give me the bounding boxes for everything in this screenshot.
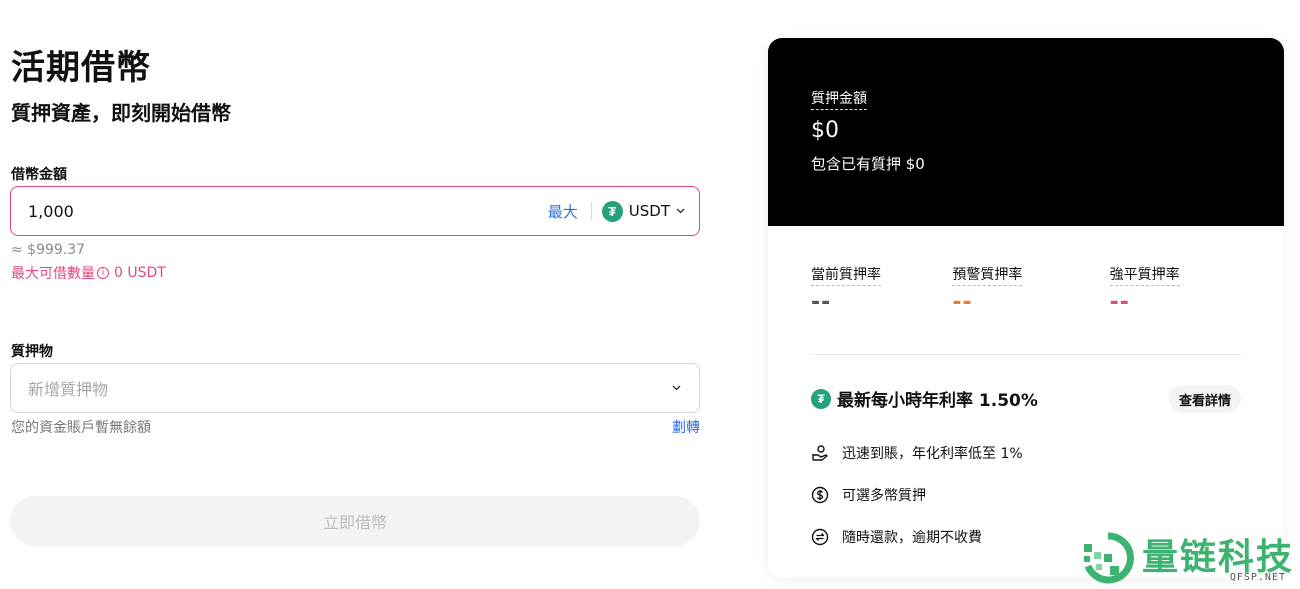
view-details-button[interactable]: 查看詳情 [1168,385,1241,413]
current-ltv-label[interactable]: 當前質押率 [811,264,881,286]
warning-ltv-value: -- [952,290,973,315]
hand-coin-icon [812,445,828,461]
collateral-select[interactable]: 新增質押物 [10,363,700,413]
divider [590,202,592,220]
approx-usd-value: ≈ $999.37 [11,242,86,258]
warning-ltv: 預警質押率 -- [942,264,1083,315]
borrow-amount-value[interactable]: 1,000 [28,202,548,221]
liquidation-ltv: 強平質押率 -- [1084,264,1241,315]
tether-icon: ₮ [601,200,623,222]
coin-selector[interactable]: ₮ USDT [601,200,685,222]
current-ltv: 當前質押率 -- [811,264,942,315]
warning-ltv-label[interactable]: 預警質押率 [952,264,1023,286]
current-ltv-value: -- [811,290,832,315]
watermark-domain: QFSP.NET [1229,572,1286,583]
card-divider [811,354,1241,355]
ltv-rates: 當前質押率 -- 預警質押率 -- 強平質押率 -- [811,264,1241,315]
info-icon[interactable]: i [97,267,109,279]
borrow-amount-label: 借幣金額 [11,167,67,183]
max-button[interactable]: 最大 [548,201,578,222]
exchange-circle-icon [811,528,829,546]
feature-text: 可選多幣質押 [842,488,926,504]
page-title: 活期借幣 [11,48,151,88]
collateral-amount-value: $0 [811,118,839,143]
tether-icon: ₮ [811,388,831,409]
borrow-now-button[interactable]: 立即借幣 [10,496,700,546]
collateral-amount-label[interactable]: 質押金額 [811,88,867,110]
hourly-rate-text: 最新每小時年利率 1.50% [837,391,1038,411]
feature-text: 隨時還款，逾期不收費 [842,530,982,546]
watermark: 量链科技 QFSP.NET [1080,528,1300,586]
card-header: 質押金額 $0 包含已有質押 $0 [768,38,1284,226]
page-subtitle: 質押資產，即刻開始借幣 [11,101,231,125]
feature-item: 迅速到賬，年化利率低至 1% [811,443,1023,463]
watermark-logo-icon [1084,532,1134,584]
chevron-down-icon [676,206,685,217]
collateral-label: 質押物 [11,344,53,360]
liquidation-ltv-value: -- [1109,290,1130,315]
max-borrowable-value: 0 USDT [114,265,166,281]
max-borrowable: 最大可借數量 i 0 USDT [11,263,166,283]
existing-collateral: 包含已有質押 $0 [811,155,925,173]
collateral-summary-card: 質押金額 $0 包含已有質押 $0 當前質押率 -- 預警質押率 -- 強平質押… [768,38,1284,578]
transfer-link[interactable]: 劃轉 [672,417,700,437]
feature-text: 迅速到賬，年化利率低至 1% [842,446,1023,462]
borrow-amount-input[interactable]: 1,000 最大 ₮ USDT [10,186,700,236]
liquidation-ltv-label[interactable]: 強平質押率 [1109,264,1180,286]
no-balance-note: 您的資金賬戶暫無餘額 [11,420,151,436]
max-borrowable-label: 最大可借數量 [11,266,95,282]
hourly-rate: ₮ 最新每小時年利率 1.50% [811,386,1038,411]
chevron-down-icon [672,383,681,394]
collateral-placeholder: 新增質押物 [28,380,109,399]
feature-item: 隨時還款，逾期不收費 [811,527,982,547]
dollar-circle-icon [811,486,829,504]
feature-item: 可選多幣質押 [811,485,926,505]
coin-name: USDT [628,202,670,220]
